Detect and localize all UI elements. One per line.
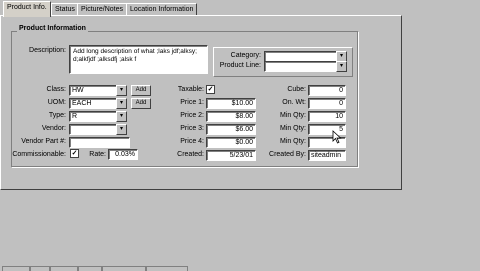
product-line-select[interactable]: [264, 61, 341, 72]
chevron-down-icon[interactable]: ▾: [336, 61, 347, 72]
min-qty-field-1[interactable]: 10: [308, 111, 346, 122]
commissionable-label: Commissionable:: [12, 151, 66, 158]
created-field[interactable]: 5/23/01: [206, 150, 256, 161]
type-label: Type:: [48, 112, 66, 119]
min-qty-label-3: Min Qty:: [279, 138, 306, 145]
class-select[interactable]: HW: [69, 85, 117, 96]
chevron-down-icon[interactable]: ▾: [116, 98, 127, 109]
tab-product-info[interactable]: Product Info.: [3, 1, 51, 17]
product-line-label: Product Line:: [219, 62, 261, 69]
category-label: Category:: [230, 52, 261, 59]
bottom-tab[interactable]: [30, 266, 50, 271]
price4-label: Price 4:: [180, 138, 204, 145]
bottom-tab-strip: [0, 266, 200, 271]
created-by-field[interactable]: siteadmin: [308, 150, 346, 161]
vendor-part-field[interactable]: [69, 137, 130, 148]
taxable-checkbox[interactable]: ✓: [206, 85, 215, 94]
min-qty-label-1: Min Qty:: [279, 112, 306, 119]
on-wt-label: On. Wt:: [282, 99, 306, 106]
type-select[interactable]: R: [69, 111, 117, 122]
chevron-down-icon[interactable]: ▾: [116, 85, 127, 96]
bottom-tab[interactable]: [2, 266, 30, 271]
vendor-select[interactable]: [69, 124, 117, 135]
description-label: Description:: [29, 47, 66, 54]
commissionable-checkbox[interactable]: ✓: [70, 149, 79, 158]
rate-label: Rate:: [89, 151, 106, 158]
vendor-label: Vendor:: [41, 125, 66, 132]
add-uom-button[interactable]: Add: [131, 98, 151, 109]
on-wt-field[interactable]: 0: [308, 98, 346, 109]
cube-field[interactable]: 0: [308, 85, 346, 96]
bottom-tab[interactable]: [102, 266, 146, 271]
price1-field[interactable]: $10.00: [206, 98, 256, 109]
class-label: Class:: [46, 86, 66, 93]
price3-label: Price 3:: [180, 125, 204, 132]
rate-field[interactable]: 0.03%: [108, 149, 138, 160]
created-by-label: Created By:: [269, 151, 306, 158]
description-field[interactable]: Add long description of what ;laks jdf;a…: [69, 45, 208, 74]
pointer-cursor-icon: [332, 130, 342, 144]
created-label: Created:: [177, 151, 204, 158]
add-class-button[interactable]: Add: [131, 85, 151, 96]
bottom-tab[interactable]: [78, 266, 102, 271]
price2-field[interactable]: $8.00: [206, 111, 256, 122]
bottom-tab[interactable]: [50, 266, 78, 271]
chevron-down-icon[interactable]: ▾: [116, 124, 127, 135]
uom-label: UOM:: [47, 99, 66, 106]
cube-label: Cube:: [287, 86, 306, 93]
price3-field[interactable]: $6.00: [206, 124, 256, 135]
chevron-down-icon[interactable]: ▾: [116, 111, 127, 122]
uom-select[interactable]: EACH: [69, 98, 117, 109]
taxable-label: Taxable:: [177, 86, 204, 93]
price4-field[interactable]: $0.00: [206, 137, 256, 148]
bottom-tab[interactable]: [146, 266, 188, 271]
min-qty-label-2: Min Qty:: [279, 125, 306, 132]
group-title: Product Information: [17, 25, 88, 32]
vendor-part-label: Vendor Part #:: [21, 138, 66, 145]
tab-bar: Product Info. Status Picture/Notes Locat…: [0, 0, 480, 17]
price1-label: Price 1:: [180, 99, 204, 106]
price2-label: Price 2:: [180, 112, 204, 119]
